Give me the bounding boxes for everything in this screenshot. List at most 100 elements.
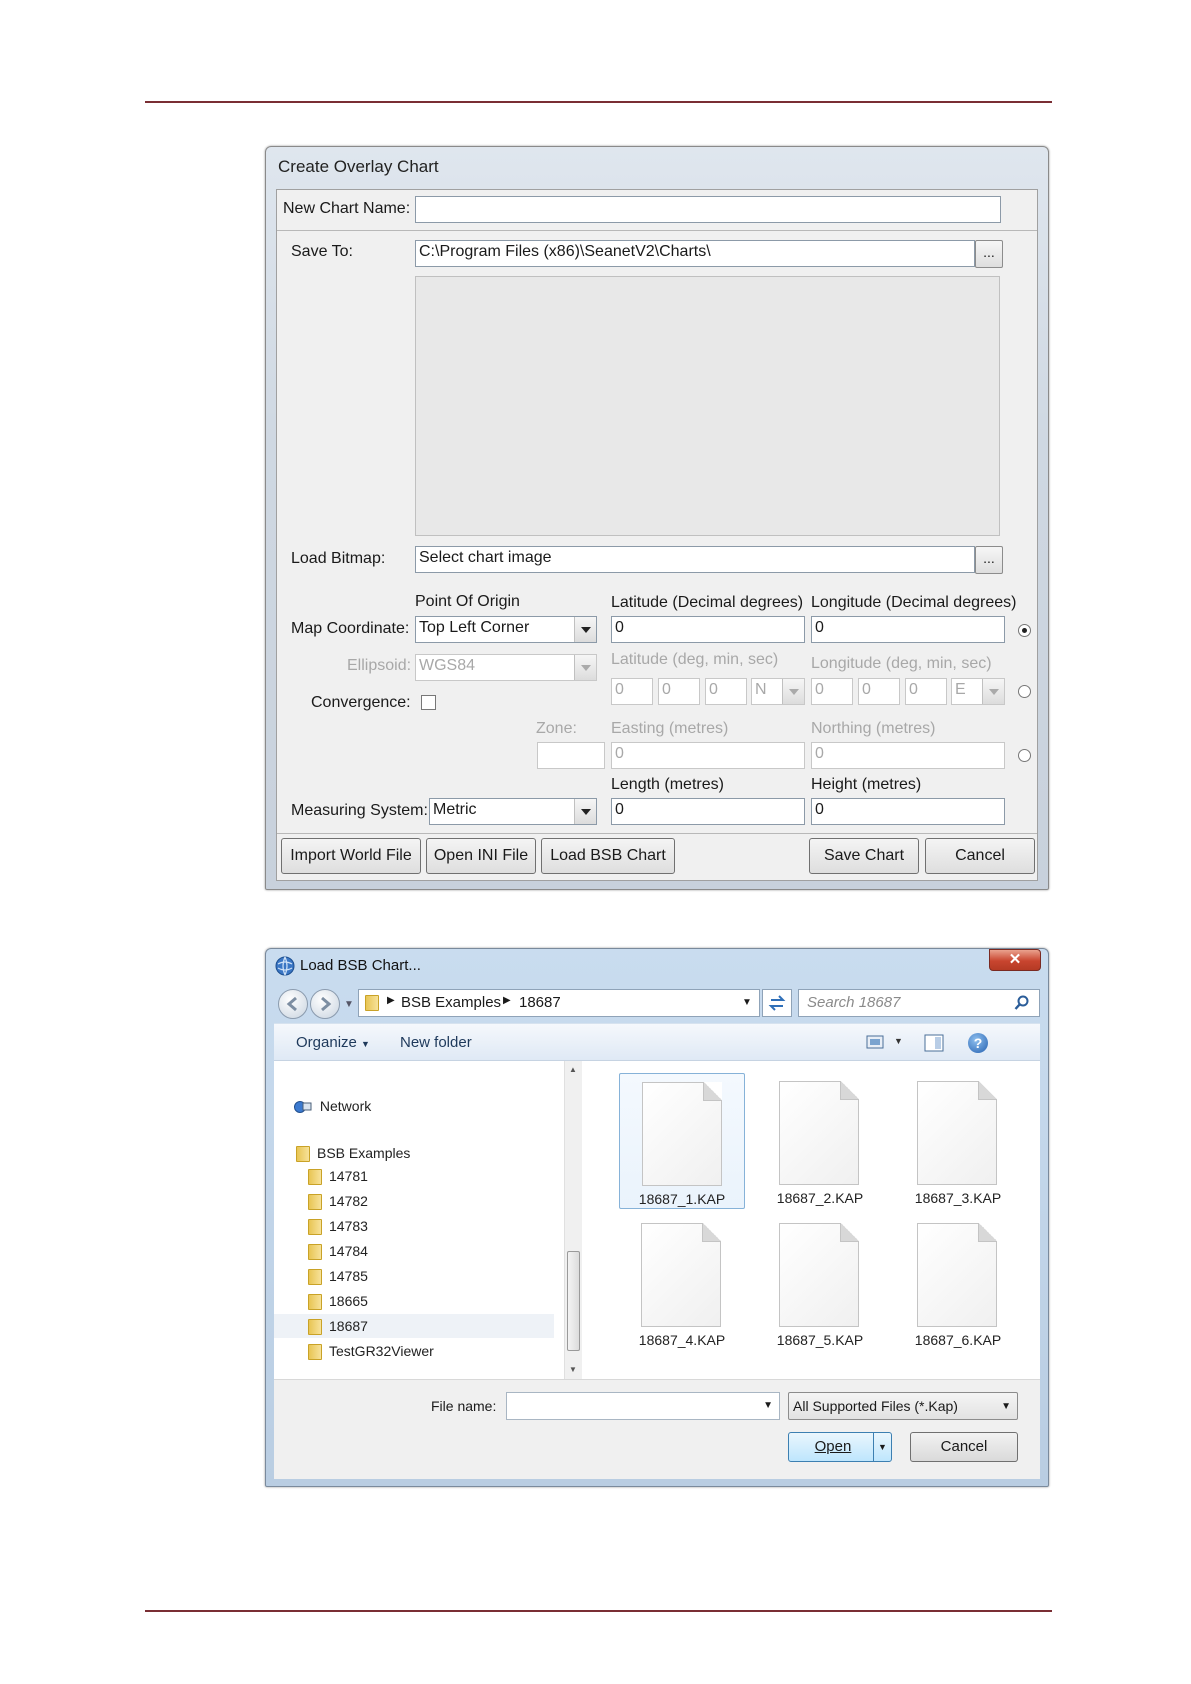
close-button[interactable]: ✕ — [989, 949, 1041, 971]
latitude-dms-label: Latitude (deg, min, sec) — [611, 651, 779, 668]
open-button[interactable]: Open ▼ — [788, 1432, 892, 1462]
longitude-minutes-input: 0 — [858, 678, 900, 705]
tree-item-folder[interactable]: 14785 — [308, 1265, 368, 1287]
decimal-degrees-radio[interactable] — [1018, 624, 1031, 637]
chevron-down-icon: ▼ — [361, 1039, 370, 1049]
tree-item-folder[interactable]: TestGR32Viewer — [308, 1340, 434, 1362]
browse-bitmap-button[interactable]: ... — [975, 546, 1003, 574]
views-chevron-icon[interactable]: ▼ — [894, 1036, 903, 1046]
browse-save-to-button[interactable]: ... — [975, 240, 1003, 268]
tree-label: TestGR32Viewer — [329, 1343, 434, 1359]
forward-button[interactable] — [310, 989, 340, 1019]
open-split-chevron-icon[interactable]: ▼ — [873, 1433, 891, 1461]
organize-menu[interactable]: Organize ▼ — [296, 1034, 370, 1051]
load-bsb-chart-button[interactable]: Load BSB Chart — [541, 838, 675, 874]
dialog-title: Load BSB Chart... — [300, 957, 421, 974]
scroll-up-icon[interactable]: ▲ — [569, 1065, 577, 1074]
measuring-system-value: Metric — [433, 801, 477, 818]
latitude-hemisphere-dropdown: N — [751, 678, 805, 705]
utm-radio[interactable] — [1018, 749, 1031, 762]
load-bsb-chart-dialog: Load BSB Chart... ✕ ▼ ▶ BSB Examples ▶ 1… — [265, 948, 1049, 1487]
folder-icon — [296, 1146, 310, 1163]
file-tile[interactable]: 18687_3.KAP — [895, 1073, 1021, 1209]
breadcrumb-18687[interactable]: 18687 — [519, 994, 561, 1011]
chart-image-preview — [415, 276, 1000, 536]
file-type-filter-value: All Supported Files (*.Kap) — [793, 1398, 958, 1414]
new-chart-name-input[interactable] — [415, 196, 1001, 223]
chevron-down-icon[interactable]: ▼ — [1001, 1401, 1011, 1412]
address-dropdown-icon[interactable]: ▼ — [742, 997, 752, 1008]
tree-item-network[interactable]: Network — [294, 1095, 371, 1117]
scroll-down-icon[interactable]: ▼ — [569, 1365, 577, 1374]
help-icon[interactable]: ? — [968, 1033, 988, 1053]
load-bitmap-input[interactable]: Select chart image — [415, 546, 975, 573]
tree-item-folder-selected[interactable]: 18687 — [308, 1315, 368, 1337]
file-name: 18687_2.KAP — [776, 1190, 864, 1206]
file-tile[interactable]: 18687_4.KAP — [619, 1215, 745, 1351]
open-ini-file-button[interactable]: Open INI File — [426, 838, 536, 874]
file-name-input[interactable]: ▼ — [506, 1392, 780, 1420]
file-tile[interactable]: 18687_6.KAP — [895, 1215, 1021, 1351]
latitude-hemisphere-value: N — [755, 681, 767, 698]
folder-icon — [308, 1294, 322, 1311]
search-icon[interactable] — [1014, 995, 1030, 1011]
command-bar: Organize ▼ New folder ▼ ? — [274, 1023, 1040, 1061]
tree-item-folder[interactable]: 14784 — [308, 1240, 368, 1262]
height-input[interactable]: 0 — [811, 798, 1005, 825]
file-tile[interactable]: 18687_5.KAP — [757, 1215, 883, 1351]
file-tile-selected[interactable]: 18687_1.KAP — [619, 1073, 745, 1209]
measuring-system-dropdown[interactable]: Metric — [429, 798, 597, 825]
chevron-down-icon — [782, 679, 804, 704]
refresh-button[interactable] — [762, 989, 792, 1017]
navigation-pane: Network BSB Examples 14781 14782 14783 1… — [274, 1061, 582, 1379]
zone-input — [537, 742, 605, 769]
file-type-filter-dropdown[interactable]: All Supported Files (*.Kap) ▼ — [788, 1392, 1018, 1420]
preview-pane-icon[interactable] — [924, 1034, 944, 1052]
arrow-right-icon — [321, 996, 332, 1012]
longitude-decimal-input[interactable]: 0 — [811, 616, 1005, 643]
file-tile[interactable]: 18687_2.KAP — [757, 1073, 883, 1209]
cancel-button[interactable]: Cancel — [925, 838, 1035, 874]
chevron-down-icon[interactable]: ▼ — [763, 1400, 773, 1411]
address-bar[interactable]: ▶ BSB Examples ▶ 18687 ▼ — [358, 989, 760, 1017]
measuring-system-label: Measuring System: — [291, 802, 428, 819]
new-folder-button[interactable]: New folder — [400, 1034, 472, 1051]
separator — [277, 833, 1037, 834]
height-label: Height (metres) — [811, 776, 922, 793]
document-icon — [779, 1081, 859, 1185]
tree-item-folder[interactable]: 14781 — [308, 1165, 368, 1187]
chevron-down-icon[interactable] — [574, 617, 596, 642]
folder-icon — [308, 1244, 322, 1261]
tree-item-folder[interactable]: 14783 — [308, 1215, 368, 1237]
tree-scrollbar[interactable]: ▲ ▼ — [564, 1061, 582, 1379]
recent-pages-chevron-icon[interactable]: ▼ — [344, 999, 354, 1010]
import-world-file-button[interactable]: Import World File — [281, 838, 421, 874]
new-chart-name-label: New Chart Name: — [283, 200, 411, 217]
tree-item-folder[interactable]: 14782 — [308, 1190, 368, 1212]
scroll-thumb[interactable] — [567, 1251, 580, 1351]
breadcrumb-bsb-examples[interactable]: BSB Examples — [401, 994, 501, 1011]
folder-icon — [308, 1169, 322, 1186]
convergence-checkbox[interactable] — [421, 695, 436, 710]
folder-icon — [308, 1344, 322, 1361]
cancel-button[interactable]: Cancel — [910, 1432, 1018, 1462]
save-chart-button[interactable]: Save Chart — [809, 838, 919, 874]
chevron-down-icon[interactable] — [574, 799, 596, 824]
tree-item-folder[interactable]: 18665 — [308, 1290, 368, 1312]
separator — [277, 230, 1037, 231]
map-coordinate-dropdown[interactable]: Top Left Corner — [415, 616, 597, 643]
latitude-decimal-input[interactable]: 0 — [611, 616, 805, 643]
search-input[interactable]: Search 18687 — [798, 989, 1040, 1017]
refresh-icon — [768, 995, 786, 1011]
length-input[interactable]: 0 — [611, 798, 805, 825]
back-button[interactable] — [278, 989, 308, 1019]
load-bitmap-label: Load Bitmap: — [291, 550, 386, 567]
dms-radio[interactable] — [1018, 685, 1031, 698]
latitude-minutes-input: 0 — [658, 678, 700, 705]
tree-item-bsb-examples[interactable]: BSB Examples — [296, 1142, 410, 1164]
views-icon[interactable] — [866, 1035, 884, 1049]
tree-label: 18687 — [329, 1318, 368, 1334]
save-to-input[interactable]: C:\Program Files (x86)\SeanetV2\Charts\ — [415, 240, 975, 267]
file-name: 18687_3.KAP — [914, 1190, 1002, 1206]
file-name-label: File name: — [431, 1398, 497, 1414]
